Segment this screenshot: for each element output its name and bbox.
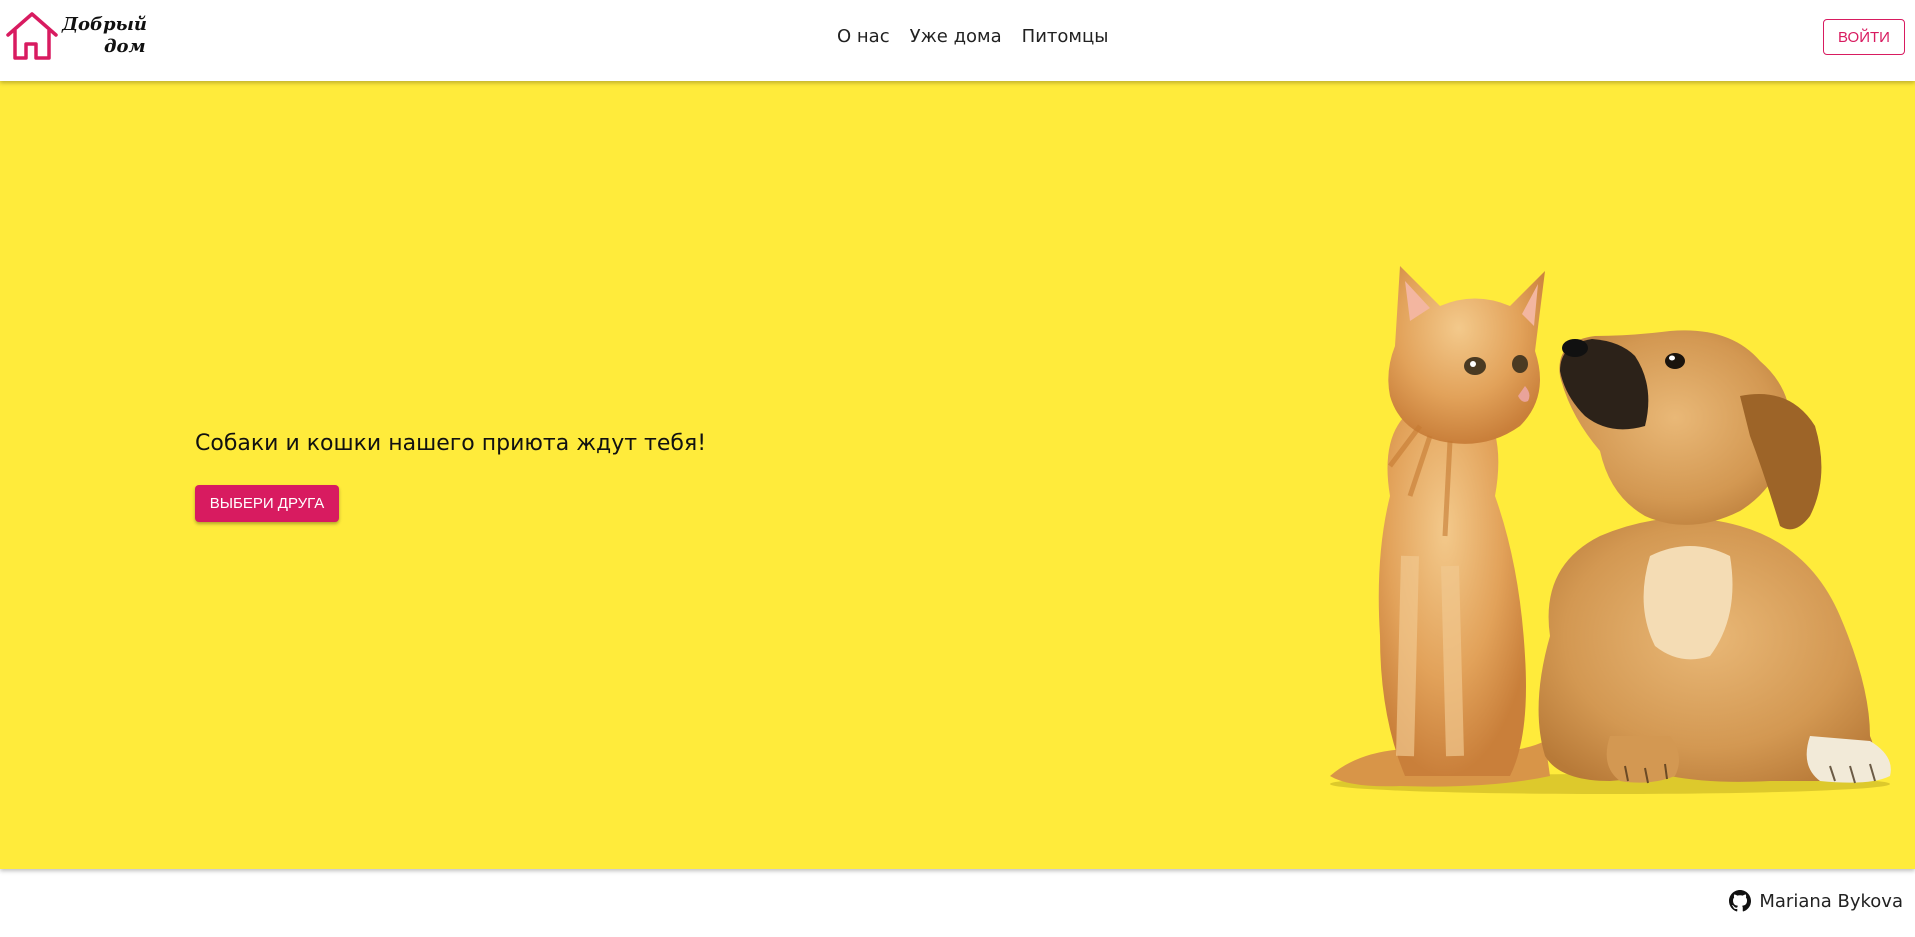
author-name[interactable]: Mariana Bykova [1759, 891, 1903, 912]
cat-and-dog-image [1330, 266, 1891, 794]
choose-friend-button[interactable]: ВЫБЕРИ ДРУГА [195, 485, 339, 522]
logo-line1: Добрый [62, 14, 147, 35]
header: Добрый дом О нас Уже дома Питомцы ВОЙТИ [0, 0, 1915, 81]
main-nav: О нас Уже дома Питомцы [837, 24, 1108, 50]
login-button[interactable]: ВОЙТИ [1823, 19, 1905, 55]
logo-line2: дом [104, 36, 146, 57]
github-icon[interactable] [1729, 890, 1752, 912]
nav-link-about[interactable]: О нас [837, 24, 890, 50]
nav-link-pets[interactable]: Питомцы [1022, 24, 1109, 50]
house-icon [6, 12, 58, 60]
logo-text: Добрый дом [62, 14, 152, 58]
hero-section: Собаки и кошки нашего приюта ждут тебя! … [0, 81, 1915, 869]
logo[interactable]: Добрый дом [4, 10, 147, 66]
hero-title: Собаки и кошки нашего приюта ждут тебя! [195, 431, 707, 456]
nav-link-adopted[interactable]: Уже дома [910, 24, 1002, 50]
footer: Mariana Bykova [1729, 890, 1903, 912]
